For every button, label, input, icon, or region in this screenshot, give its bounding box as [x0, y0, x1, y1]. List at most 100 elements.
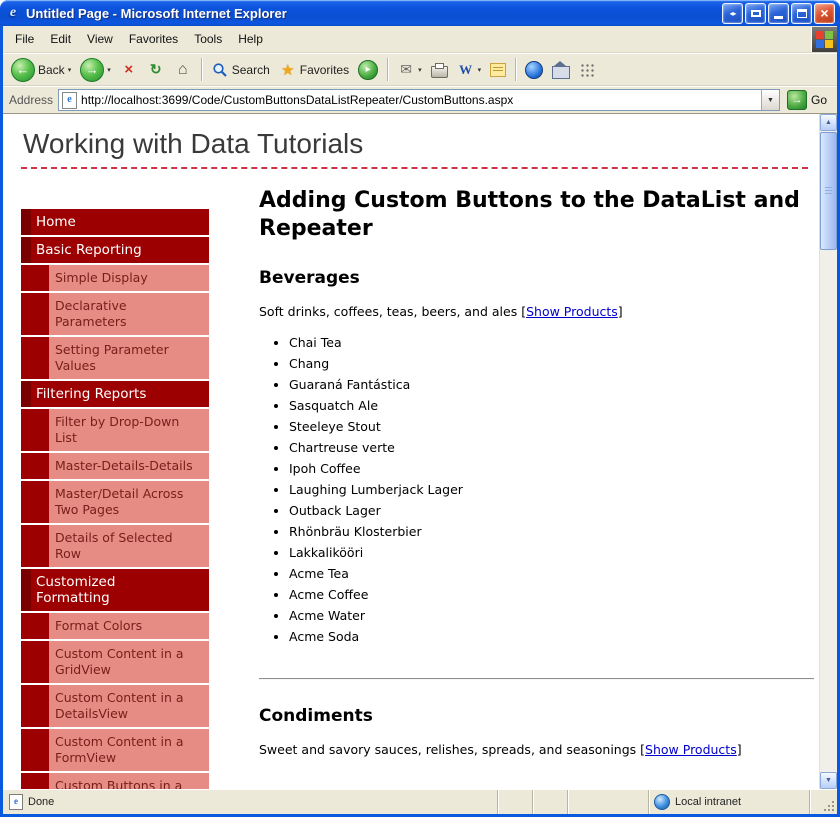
- address-input[interactable]: [81, 93, 761, 107]
- sidebar-item-custom-buttons[interactable]: Custom Buttons in a DataList: [21, 773, 209, 789]
- sidebar-item-format-colors[interactable]: Format Colors: [21, 613, 209, 639]
- menu-help[interactable]: Help: [230, 28, 271, 50]
- minimize-button[interactable]: [768, 3, 789, 24]
- show-products-link[interactable]: Show Products: [526, 304, 618, 319]
- monitor-arrows-icon: ◂▸: [729, 9, 735, 18]
- edit-dropdown-icon: ▾: [478, 66, 482, 74]
- messenger-button[interactable]: [521, 59, 547, 81]
- section-divider: [259, 678, 814, 680]
- category-title: Beverages: [259, 268, 814, 288]
- product-item: Guaraná Fantástica: [289, 377, 814, 392]
- go-label: Go: [811, 93, 827, 107]
- sidebar-item-filtering-reports[interactable]: Filtering Reports: [21, 381, 209, 407]
- sidebar-item-custom-content-detailsview[interactable]: Custom Content in a DetailsView: [21, 685, 209, 727]
- product-item: Chang: [289, 356, 814, 371]
- web-page: Working with Data Tutorials Home Basic R…: [3, 114, 820, 789]
- stop-icon: ×: [120, 61, 138, 79]
- bracket-close: ]: [618, 304, 623, 319]
- monitor-move-button[interactable]: ◂▸: [722, 3, 743, 24]
- monitor-span-button[interactable]: [745, 3, 766, 24]
- discuss-note-icon: [490, 63, 506, 77]
- browser-viewport: Working with Data Tutorials Home Basic R…: [3, 113, 837, 789]
- menu-file[interactable]: File: [7, 28, 42, 50]
- sidebar-item-custom-content-formview[interactable]: Custom Content in a FormView: [21, 729, 209, 771]
- resize-grip[interactable]: [810, 790, 837, 814]
- product-item: Chai Tea: [289, 335, 814, 350]
- scroll-up-button[interactable]: ▲: [820, 114, 837, 131]
- forward-dropdown-icon: ▾: [107, 66, 111, 74]
- media-icon: ▸: [358, 60, 378, 80]
- forward-button[interactable]: → ▾: [76, 56, 115, 84]
- sidebar-item-customized-formatting[interactable]: Customized Formatting: [21, 569, 209, 611]
- sidebar-item-master-details-details[interactable]: Master-Details-Details: [21, 453, 209, 479]
- tiles-button[interactable]: [575, 60, 598, 79]
- address-dropdown-button[interactable]: ▼: [761, 90, 779, 110]
- back-label: Back: [38, 63, 65, 77]
- page-icon: e: [62, 92, 77, 109]
- header-divider: [21, 167, 808, 169]
- sidebar-item-declarative-parameters[interactable]: Declarative Parameters: [21, 293, 209, 335]
- status-panel-3: [568, 790, 649, 814]
- menu-favorites[interactable]: Favorites: [121, 28, 186, 50]
- search-button[interactable]: Search: [207, 59, 274, 81]
- mail-dropdown-icon: ▾: [418, 66, 422, 74]
- mail-button[interactable]: ✉ ▾: [393, 59, 426, 81]
- minimize-icon: [774, 16, 783, 19]
- sidebar-item-master-detail-two-pages[interactable]: Master/Detail Across Two Pages: [21, 481, 209, 523]
- menu-bar: File Edit View Favorites Tools Help: [3, 26, 837, 53]
- refresh-button[interactable]: ↻: [143, 59, 169, 81]
- toolbar-separator: [201, 58, 202, 81]
- product-item: Chartreuse verte: [289, 440, 814, 455]
- titlebar[interactable]: e Untitled Page - Microsoft Internet Exp…: [0, 0, 840, 26]
- product-item: Acme Coffee: [289, 587, 814, 602]
- sidebar-item-home[interactable]: Home: [21, 209, 209, 235]
- vertical-scrollbar[interactable]: ▲ ▼: [819, 114, 837, 789]
- menu-view[interactable]: View: [79, 28, 121, 50]
- menu-edit[interactable]: Edit: [42, 28, 79, 50]
- document-icon: e: [9, 794, 23, 810]
- sidebar-item-details-of-selected-row[interactable]: Details of Selected Row: [21, 525, 209, 567]
- product-item: Ipoh Coffee: [289, 461, 814, 476]
- page-layout: Home Basic Reporting Simple Display Decl…: [3, 187, 820, 757]
- scroll-down-button[interactable]: ▼: [820, 772, 837, 789]
- back-button[interactable]: ← Back ▾: [7, 56, 75, 84]
- sidebar-item-simple-display[interactable]: Simple Display: [21, 265, 209, 291]
- maximize-button[interactable]: [791, 3, 812, 24]
- home-button[interactable]: ⌂: [170, 59, 196, 81]
- category-description-text: Soft drinks, coffees, teas, beers, and a…: [259, 304, 517, 319]
- scroll-down-icon: ▼: [825, 777, 832, 784]
- ie-logo-icon: e: [5, 5, 21, 21]
- show-products-link[interactable]: Show Products: [645, 742, 737, 757]
- print-button[interactable]: [427, 60, 452, 80]
- favorites-button[interactable]: ★ Favorites: [275, 59, 353, 81]
- page-title: Adding Custom Buttons to the DataList an…: [259, 187, 814, 242]
- close-button[interactable]: ×: [814, 3, 835, 24]
- sidebar-item-setting-parameter-values[interactable]: Setting Parameter Values: [21, 337, 209, 379]
- stop-button[interactable]: ×: [116, 59, 142, 81]
- menu-tools[interactable]: Tools: [186, 28, 230, 50]
- discuss-button[interactable]: [486, 61, 510, 79]
- messenger-icon: [525, 61, 543, 79]
- scrollbar-thumb[interactable]: [820, 132, 837, 250]
- product-item: Acme Water: [289, 608, 814, 623]
- search-icon: [211, 61, 229, 79]
- media-button[interactable]: ▸: [354, 58, 382, 82]
- sidebar-item-custom-content-gridview[interactable]: Custom Content in a GridView: [21, 641, 209, 683]
- edit-button[interactable]: W ▾: [453, 59, 486, 81]
- favorites-star-icon: ★: [279, 61, 297, 79]
- section-condiments: Condiments Sweet and savory sauces, reli…: [259, 706, 814, 757]
- status-text: Done: [28, 796, 54, 808]
- go-button[interactable]: → Go: [785, 90, 833, 110]
- go-arrow-icon: →: [787, 90, 807, 110]
- category-description-text: Sweet and savory sauces, relishes, sprea…: [259, 742, 636, 757]
- status-panel-main: e Done: [3, 790, 498, 814]
- product-item: Rhönbräu Klosterbier: [289, 524, 814, 539]
- word-icon: W: [457, 61, 475, 79]
- sidebar-item-filter-by-dropdown-list[interactable]: Filter by Drop-Down List: [21, 409, 209, 451]
- sidebar-item-basic-reporting[interactable]: Basic Reporting: [21, 237, 209, 263]
- logo-pane-yellow: [825, 40, 833, 48]
- research-button[interactable]: [548, 59, 574, 81]
- security-zone-panel: Local intranet: [649, 790, 810, 814]
- print-icon: [431, 66, 448, 78]
- toolbar-separator: [387, 58, 388, 81]
